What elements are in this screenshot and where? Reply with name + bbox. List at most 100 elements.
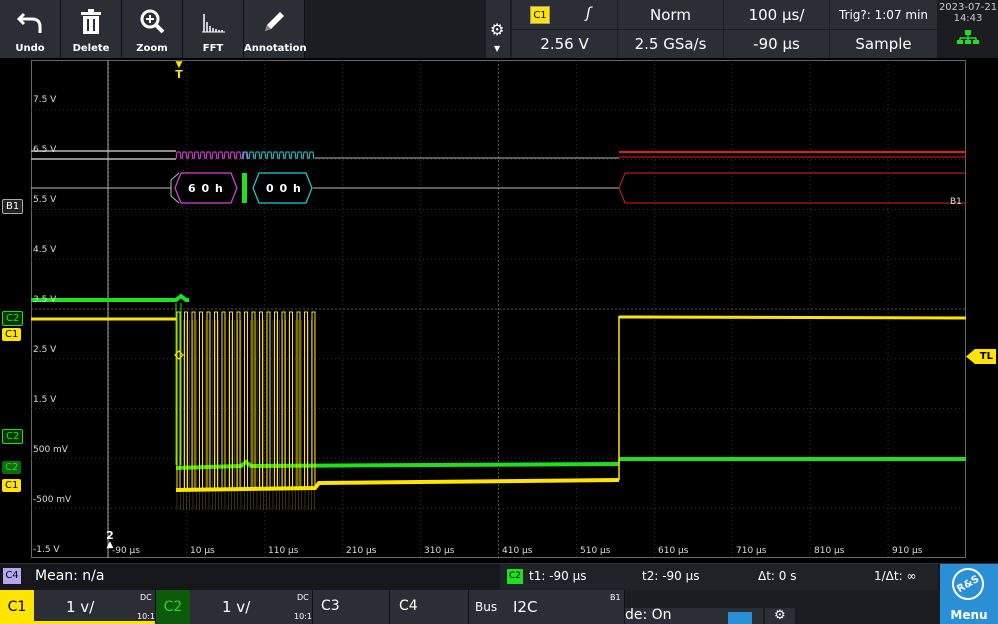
trigger-level-label: TL <box>979 351 993 362</box>
datetime: 2023-07-21 14:43 <box>938 0 998 58</box>
channel-c4-tab[interactable]: C4 <box>390 590 469 624</box>
bus-name: Bus <box>475 600 498 614</box>
time-scale[interactable]: 100 µs/ <box>724 0 829 29</box>
logo-icon: R&S <box>946 562 990 606</box>
rising-edge-icon: ʃ <box>586 4 592 22</box>
trigger-level-marker[interactable]: TL <box>966 349 996 364</box>
sample-rate[interactable]: 2.5 GSa/s <box>618 30 723 58</box>
waveform-canvas <box>31 60 966 558</box>
zoom-button[interactable]: Zoom <box>122 0 183 58</box>
c1-pulse <box>199 311 203 490</box>
time-label: 110 µs <box>268 546 299 556</box>
undo-button[interactable]: Undo <box>0 0 61 58</box>
bus-ack <box>242 173 247 203</box>
c2-ref-indicator[interactable]: C2 <box>2 429 24 444</box>
trigger-time: Trig?: 1:07 min <box>830 0 937 29</box>
c1-pulse <box>206 311 211 490</box>
c1-coupling: DC <box>140 593 152 602</box>
meas-channel-badge[interactable]: C4 <box>3 568 21 584</box>
time-label: 910 µs <box>892 546 923 556</box>
channel-c1-tab[interactable]: C1 1 v/ DC 10:1 <box>0 590 156 624</box>
c2-coupling: DC <box>297 593 309 602</box>
c2-low <box>175 459 620 470</box>
fft-button[interactable]: FFT <box>183 0 244 58</box>
undo-label: Undo <box>15 43 45 54</box>
c1-pulse <box>176 311 181 490</box>
volt-label: 6.5 V <box>33 145 57 155</box>
bus-protocol: I2C <box>513 598 538 616</box>
volt-label: 2.5 V <box>33 345 57 355</box>
c1-scale: 1 v/ <box>66 598 95 616</box>
c2-ground-indicator[interactable]: C2 <box>2 461 22 474</box>
undo-icon <box>16 12 42 33</box>
trigger-source-badge: C1 <box>530 6 550 24</box>
c1-pulse <box>191 311 196 490</box>
volt-label: 7.5 V <box>33 95 57 105</box>
cursor-t1: t1: -90 µs <box>529 569 587 583</box>
cursor-readouts[interactable]: C2 t1: -90 µs t2: -90 µs Δt: 0 s 1/Δt: ∞ <box>500 564 938 590</box>
c1-pulse <box>259 311 263 490</box>
menu-label: Menu <box>950 608 988 622</box>
reference-marker[interactable]: 2 ▲ <box>104 530 116 550</box>
waveform-display[interactable] <box>31 60 966 558</box>
partial-label: de: On <box>625 608 672 623</box>
annotation-button[interactable]: Annotation <box>244 0 307 58</box>
channel-c2-tab[interactable]: C2 1 v/ DC 10:1 <box>156 590 313 624</box>
logo-text: R&S <box>955 573 982 596</box>
acquisition-mode[interactable]: Sample <box>830 30 937 58</box>
bus-id: B1 <box>610 593 621 602</box>
volt-label: 1.5 V <box>33 395 57 405</box>
mean-readout[interactable]: Mean: n/a <box>35 568 104 584</box>
date: 2023-07-21 <box>938 2 998 13</box>
network-icon <box>957 30 979 44</box>
chevron-down-icon: ▼ <box>494 44 501 53</box>
volt-label: -500 mV <box>33 495 72 505</box>
top-toolbar: Undo Delete Zoom FFT Annotation ⚙ ▼ C1 ʃ… <box>0 0 998 58</box>
channel-c3-tab[interactable]: C3 <box>313 590 390 624</box>
partial-panel[interactable]: de: On <box>625 608 763 624</box>
trigger-mode[interactable]: Norm <box>618 0 723 29</box>
c1-pulse <box>229 311 233 490</box>
zoom-label: Zoom <box>136 43 168 54</box>
time-label: 10 µs <box>190 546 215 556</box>
bus-decode-address: 6 0 h <box>188 182 224 195</box>
c1-ratio: 10:1 <box>137 612 155 621</box>
delete-label: Delete <box>72 43 110 54</box>
volt-label: -1.5 V <box>33 545 60 555</box>
settings-button[interactable]: ⚙ ▼ <box>486 0 510 58</box>
toggle-switch[interactable] <box>728 612 752 624</box>
time: 14:43 <box>953 13 983 24</box>
bus-tab[interactable]: Bus I2C B1 <box>469 590 625 624</box>
c2-offset-indicator[interactable]: C2 <box>2 311 24 326</box>
volt-label: 5.5 V <box>33 195 57 205</box>
settings-small-button[interactable]: ⚙ <box>765 608 795 624</box>
c1-offset-indicator[interactable]: C1 <box>2 328 22 341</box>
c1-pulse <box>251 311 256 490</box>
trigger-level[interactable]: 2.56 V <box>512 30 617 58</box>
cursor-delta-t: Δt: 0 s <box>758 569 797 583</box>
fft-label: FFT <box>202 43 224 54</box>
annotation-label: Annotation <box>244 43 307 54</box>
time-label: -90 µs <box>112 546 140 556</box>
pencil-icon <box>265 12 284 31</box>
menu-button[interactable]: R&S Menu <box>940 562 998 624</box>
trigger-marker[interactable]: ▼ T <box>173 61 185 81</box>
c2-ratio: 10:1 <box>294 612 312 621</box>
c1-pulse <box>236 311 241 490</box>
c1-pulse <box>184 311 188 490</box>
cursor-t2: t2: -90 µs <box>642 569 700 583</box>
gear-icon: ⚙ <box>490 20 505 39</box>
c2-name: C2 <box>156 590 190 624</box>
trigger-marker-label: T <box>175 68 183 81</box>
bus-indicator[interactable]: B1 <box>2 199 24 214</box>
time-label: 610 µs <box>658 546 689 556</box>
bus-decode-data: 0 0 h <box>266 182 302 195</box>
fft-icon <box>202 14 225 33</box>
time-label: 810 µs <box>814 546 845 556</box>
delete-button[interactable]: Delete <box>61 0 122 58</box>
channel-bar: C1 1 v/ DC 10:1 C2 1 v/ DC 10:1 C3 C4 Bu… <box>0 562 998 624</box>
time-label: 410 µs <box>502 546 533 556</box>
horizontal-position[interactable]: -90 µs <box>724 30 829 58</box>
c1-ground-indicator[interactable]: C1 <box>2 479 22 492</box>
trigger-source-cell[interactable]: C1 ʃ <box>512 0 617 29</box>
